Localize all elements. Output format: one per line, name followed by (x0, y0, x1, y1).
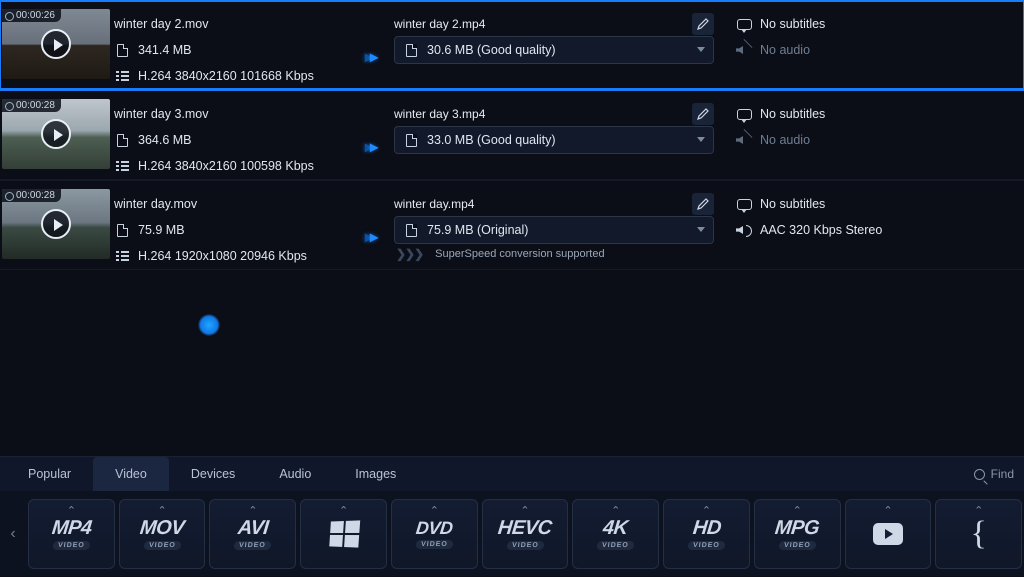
format-card-hd[interactable]: ⌃HDVIDEO (663, 499, 750, 569)
dest-size: 33.0 MB (Good quality) (427, 133, 556, 147)
arrow-icon: ▸▸ (365, 229, 375, 246)
arrow-icon: ▸▸ (365, 49, 375, 66)
play-icon[interactable] (41, 29, 71, 59)
subtitles-icon (736, 106, 752, 122)
quality-dropdown[interactable]: 75.9 MB (Original) (394, 216, 714, 244)
duration-badge: 00:00:28 (2, 189, 61, 202)
search-icon (974, 469, 985, 480)
tab-popular[interactable]: Popular (6, 457, 93, 491)
format-card-mov[interactable]: ⌃MOVVIDEO (119, 499, 206, 569)
subtitles-icon (736, 16, 752, 32)
chevron-up-icon: ⌃ (248, 504, 257, 517)
find-label: Find (991, 467, 1014, 481)
cursor-indicator (198, 314, 220, 336)
tab-audio[interactable]: Audio (257, 457, 333, 491)
source-filename: winter day 2.mov (114, 11, 346, 37)
subtitles-field[interactable]: No subtitles (736, 11, 1024, 37)
file-icon (403, 222, 419, 238)
audio-icon (736, 222, 752, 238)
chevron-down-icon (697, 227, 705, 232)
file-row[interactable]: 00:00:26 winter day 2.mov 341.4 MB H.264… (0, 0, 1024, 90)
format-card-dvd[interactable]: ⌃DVDVIDEO (391, 499, 478, 569)
play-icon[interactable] (41, 209, 71, 239)
source-codec: H.264 3840x2160 101668 Kbps (138, 69, 314, 83)
audio-field[interactable]: AAC 320 Kbps Stereo (736, 217, 1024, 243)
dest-filename: winter day 3.mp4 (394, 107, 692, 121)
duration-badge: 00:00:26 (2, 9, 61, 22)
source-size: 75.9 MB (138, 223, 185, 237)
edit-name-button[interactable] (692, 13, 714, 35)
dest-size: 75.9 MB (Original) (427, 223, 528, 237)
thumbnail[interactable]: 00:00:28 (2, 189, 110, 259)
format-card-yt[interactable]: ⌃ (845, 499, 932, 569)
thumbnail[interactable]: 00:00:28 (2, 99, 110, 169)
format-strip: ‹ ⌃MP4VIDEO⌃MOVVIDEO⌃AVIVIDEO⌃⌃DVDVIDEO⌃… (0, 491, 1024, 577)
tab-devices[interactable]: Devices (169, 457, 257, 491)
file-icon (403, 42, 419, 58)
chevron-up-icon: ⌃ (793, 504, 802, 517)
file-icon (403, 132, 419, 148)
format-card-mp4[interactable]: ⌃MP4VIDEO (28, 499, 115, 569)
subtitles-field[interactable]: No subtitles (736, 191, 1024, 217)
dest-filename: winter day 2.mp4 (394, 17, 692, 31)
tab-video[interactable]: Video (93, 457, 169, 491)
scroll-left-button[interactable]: ‹ (2, 499, 24, 569)
source-codec: H.264 3840x2160 100598 Kbps (138, 159, 314, 173)
file-icon (114, 222, 130, 238)
file-icon (114, 42, 130, 58)
stream-icon (114, 68, 130, 84)
dest-size: 30.6 MB (Good quality) (427, 43, 556, 57)
chevron-down-icon (697, 137, 705, 142)
file-row[interactable]: 00:00:28 winter day.mov 75.9 MB H.264 19… (0, 180, 1024, 270)
audio-icon (736, 42, 752, 58)
youtube-icon (873, 523, 903, 545)
chevron-up-icon: ⌃ (157, 504, 166, 517)
subtitles-icon (736, 196, 752, 212)
audio-field[interactable]: No audio (736, 37, 1024, 63)
edit-name-button[interactable] (692, 193, 714, 215)
find-field[interactable]: Find (974, 467, 1018, 481)
format-card-4k[interactable]: ⌃4KVIDEO (572, 499, 659, 569)
chevron-up-icon: ⌃ (339, 504, 348, 517)
play-icon[interactable] (41, 119, 71, 149)
audio-icon (736, 132, 752, 148)
chevron-down-icon (697, 47, 705, 52)
source-size: 341.4 MB (138, 43, 192, 57)
stream-icon (114, 158, 130, 174)
chevron-up-icon: ⌃ (702, 504, 711, 517)
dest-filename: winter day.mp4 (394, 197, 692, 211)
thumbnail[interactable]: 00:00:26 (2, 9, 110, 79)
quality-dropdown[interactable]: 30.6 MB (Good quality) (394, 36, 714, 64)
chevron-up-icon: ⌃ (67, 504, 76, 517)
format-card-mpg[interactable]: ⌃MPGVIDEO (754, 499, 841, 569)
audio-field[interactable]: No audio (736, 127, 1024, 153)
arrow-icon: ▸▸ (365, 139, 375, 156)
chevron-up-icon: ⌃ (611, 504, 620, 517)
format-panel: PopularVideoDevicesAudioImages Find ‹ ⌃M… (0, 456, 1024, 576)
source-codec: H.264 1920x1080 20946 Kbps (138, 249, 307, 263)
file-row[interactable]: 00:00:28 winter day 3.mov 364.6 MB H.264… (0, 90, 1024, 180)
chevron-up-icon: ⌃ (974, 504, 983, 517)
tab-images[interactable]: Images (333, 457, 418, 491)
stream-icon (114, 248, 130, 264)
chevron-up-icon: ⌃ (430, 504, 439, 517)
format-card-avi[interactable]: ⌃AVIVIDEO (209, 499, 296, 569)
source-filename: winter day.mov (114, 191, 346, 217)
source-filename: winter day 3.mov (114, 101, 346, 127)
chevron-up-icon: ⌃ (520, 504, 529, 517)
format-card-win[interactable]: ⌃ (300, 499, 387, 569)
format-card-curly[interactable]: ⌃{ (935, 499, 1022, 569)
file-icon (114, 132, 130, 148)
duration-badge: 00:00:28 (2, 99, 61, 112)
subtitles-field[interactable]: No subtitles (736, 101, 1024, 127)
format-tabs: PopularVideoDevicesAudioImages Find (0, 457, 1024, 491)
edit-name-button[interactable] (692, 103, 714, 125)
source-size: 364.6 MB (138, 133, 192, 147)
quality-dropdown[interactable]: 33.0 MB (Good quality) (394, 126, 714, 154)
format-card-hevc[interactable]: ⌃HEVCVIDEO (482, 499, 569, 569)
superspeed-note: ❯❯❯SuperSpeed conversion supported (396, 247, 736, 261)
chevron-up-icon: ⌃ (883, 504, 892, 517)
